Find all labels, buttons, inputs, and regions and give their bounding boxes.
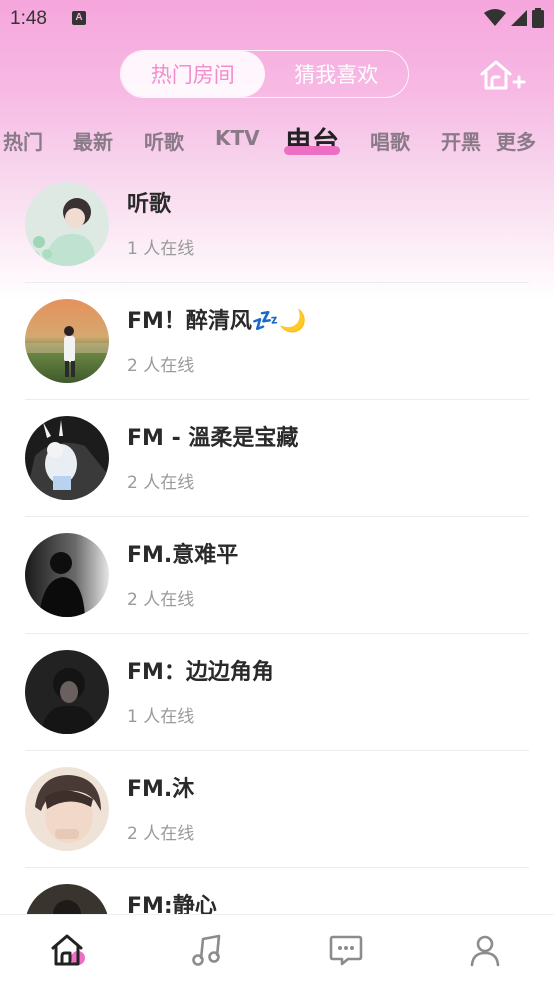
room-type-switch: 热门房间 猜我喜欢 xyxy=(120,50,409,98)
notification-a-icon: A xyxy=(72,11,86,25)
message-icon xyxy=(329,935,363,966)
signal-icon xyxy=(511,10,527,26)
room-name: FM:静心 xyxy=(127,894,217,914)
category-hot[interactable]: 热门 xyxy=(3,126,43,155)
list-item[interactable]: FM：边边角角 1 人在线 xyxy=(0,634,554,751)
wifi-icon xyxy=(484,9,506,26)
room-avatar xyxy=(25,767,109,851)
more-categories-button[interactable]: 更多 xyxy=(496,126,536,155)
room-name: FM：边边角角 xyxy=(127,660,274,685)
category-listen[interactable]: 听歌 xyxy=(144,126,184,155)
list-item[interactable]: 听歌 1 人在线 xyxy=(0,166,554,283)
tab-hot-rooms[interactable]: 热门房间 xyxy=(121,51,265,97)
room-online-count: 2 人在线 xyxy=(127,590,195,610)
tab-guess-you-like[interactable]: 猜我喜欢 xyxy=(265,51,409,97)
nav-home[interactable] xyxy=(0,915,139,985)
room-avatar xyxy=(25,533,109,617)
active-category-indicator xyxy=(284,146,340,155)
profile-icon xyxy=(470,935,500,967)
room-avatar xyxy=(25,884,109,914)
room-online-count: 1 人在线 xyxy=(127,239,195,259)
room-name: FM！醉清风💤🌙 xyxy=(127,309,307,334)
status-icons xyxy=(484,8,544,28)
list-item[interactable]: FM.沐 2 人在线 xyxy=(0,751,554,868)
category-sing[interactable]: 唱歌 xyxy=(370,126,410,155)
room-avatar xyxy=(25,650,109,734)
list-item[interactable]: FM！醉清风💤🌙 2 人在线 xyxy=(0,283,554,400)
room-online-count: 1 人在线 xyxy=(127,707,195,727)
nav-messages[interactable] xyxy=(277,915,416,985)
room-avatar xyxy=(25,416,109,500)
home-screen: 1:48 A 热门房间 猜我喜欢 热门 最新 听歌 KTV 电台 唱歌 开黑 更… xyxy=(0,0,554,985)
room-avatar xyxy=(25,182,109,266)
room-online-count: 2 人在线 xyxy=(127,473,195,493)
category-tabs: 热门 最新 听歌 KTV 电台 唱歌 开黑 更多 xyxy=(0,118,554,162)
room-name: FM - 溫柔是宝藏 xyxy=(127,426,299,451)
home-icon xyxy=(51,934,86,966)
battery-icon xyxy=(532,8,544,28)
room-online-count: 2 人在线 xyxy=(127,824,195,844)
room-online-count: 2 人在线 xyxy=(127,356,195,376)
category-ktv[interactable]: KTV xyxy=(215,126,260,150)
nav-profile[interactable] xyxy=(416,915,554,985)
category-newest[interactable]: 最新 xyxy=(73,126,113,155)
category-gaming[interactable]: 开黑 xyxy=(441,126,481,155)
room-name: FM.沐 xyxy=(127,777,195,802)
room-avatar xyxy=(25,299,109,383)
list-item[interactable]: FM.意难平 2 人在线 xyxy=(0,517,554,634)
status-bar: 1:48 A xyxy=(0,0,554,38)
nav-music[interactable] xyxy=(139,915,278,985)
room-name: 听歌 xyxy=(127,192,172,217)
music-note-icon xyxy=(191,934,221,966)
room-name: FM.意难平 xyxy=(127,543,239,568)
list-item[interactable]: FM:静心 xyxy=(0,868,554,914)
list-item[interactable]: FM - 溫柔是宝藏 2 人在线 xyxy=(0,400,554,517)
bottom-nav xyxy=(0,914,554,985)
status-time: 1:48 xyxy=(10,8,47,29)
house-plus-icon[interactable] xyxy=(478,58,526,92)
room-list: 听歌 1 人在线 FM！醉清风💤🌙 2 人在线 FM - 溫柔是宝藏 2 人在线… xyxy=(0,166,554,914)
